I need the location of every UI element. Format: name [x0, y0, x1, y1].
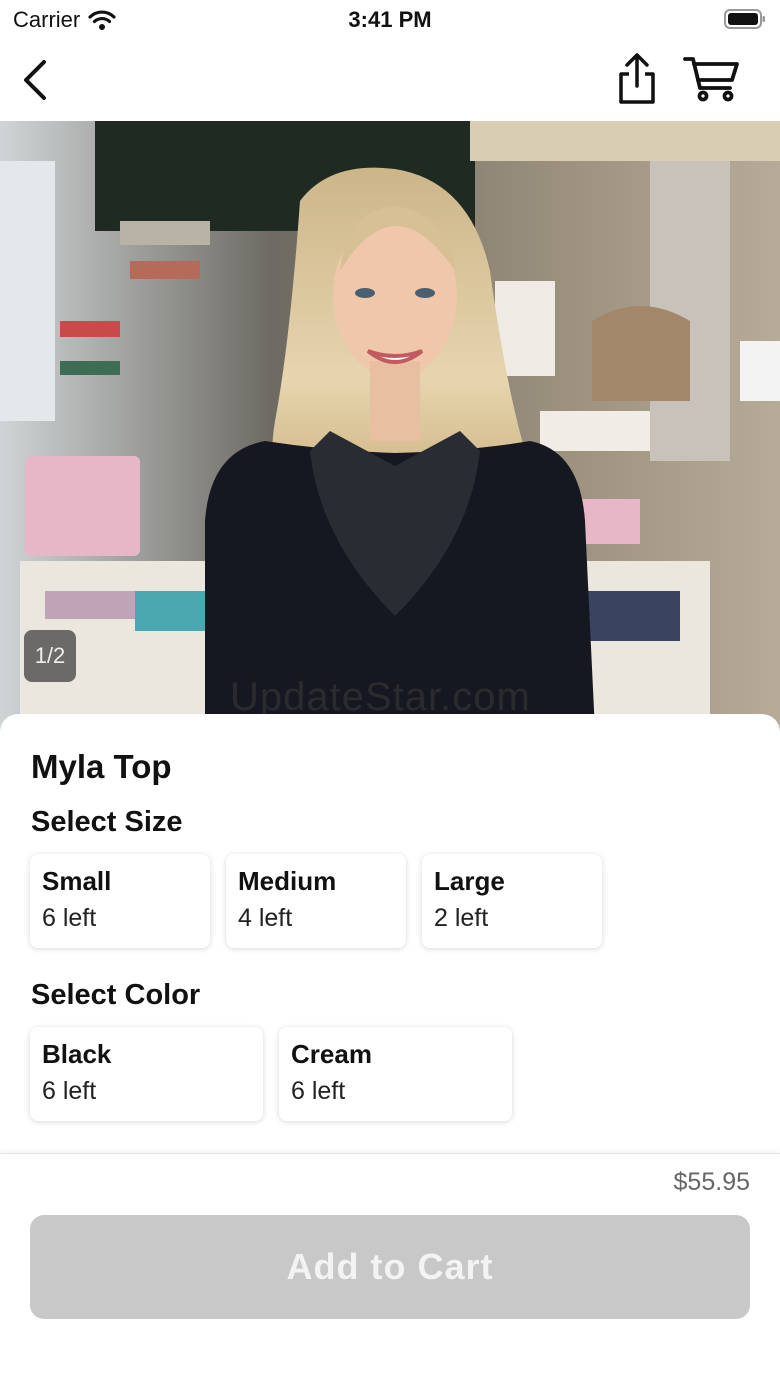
product-details-sheet: Myla Top Select Size Small 6 left Medium…	[0, 714, 780, 1154]
size-option-name: Medium	[238, 866, 337, 896]
size-option-stock: 6 left	[42, 904, 97, 932]
product-photo-image	[0, 121, 780, 731]
color-option-name: Cream	[291, 1039, 372, 1069]
add-to-cart-button[interactable]: Add to Cart	[30, 1215, 750, 1319]
photo-page-indicator: 1/2	[24, 630, 76, 682]
status-time: 3:41 PM	[348, 7, 432, 32]
cart-icon	[683, 57, 739, 102]
size-option-name: Large	[434, 866, 505, 896]
share-button[interactable]	[612, 52, 662, 106]
product-title: Myla Top	[31, 748, 172, 785]
navigation-bar	[0, 40, 780, 121]
product-price: $55.95	[673, 1168, 750, 1196]
size-option-stock: 2 left	[434, 904, 489, 932]
cart-button[interactable]	[682, 54, 740, 104]
share-icon	[619, 53, 655, 104]
color-option-black[interactable]: Black 6 left	[30, 1027, 263, 1121]
size-option-medium[interactable]: Medium 4 left	[226, 854, 406, 948]
color-option-name: Black	[42, 1039, 112, 1069]
chevron-left-icon	[24, 60, 46, 100]
product-photo[interactable]	[0, 121, 780, 731]
back-button[interactable]	[18, 58, 58, 102]
size-option-small[interactable]: Small 6 left	[30, 854, 210, 948]
color-option-stock: 6 left	[291, 1077, 346, 1105]
battery-icon	[724, 9, 765, 29]
size-section-title: Select Size	[31, 806, 183, 838]
size-option-name: Small	[42, 866, 112, 896]
status-bar: Carrier 3:41 PM	[0, 0, 780, 40]
color-option-stock: 6 left	[42, 1077, 97, 1105]
color-section-title: Select Color	[31, 979, 201, 1011]
size-option-stock: 4 left	[238, 904, 293, 932]
size-option-large[interactable]: Large 2 left	[422, 854, 602, 948]
purchase-footer: $55.95 Add to Cart	[0, 1153, 780, 1387]
color-option-cream[interactable]: Cream 6 left	[279, 1027, 512, 1121]
